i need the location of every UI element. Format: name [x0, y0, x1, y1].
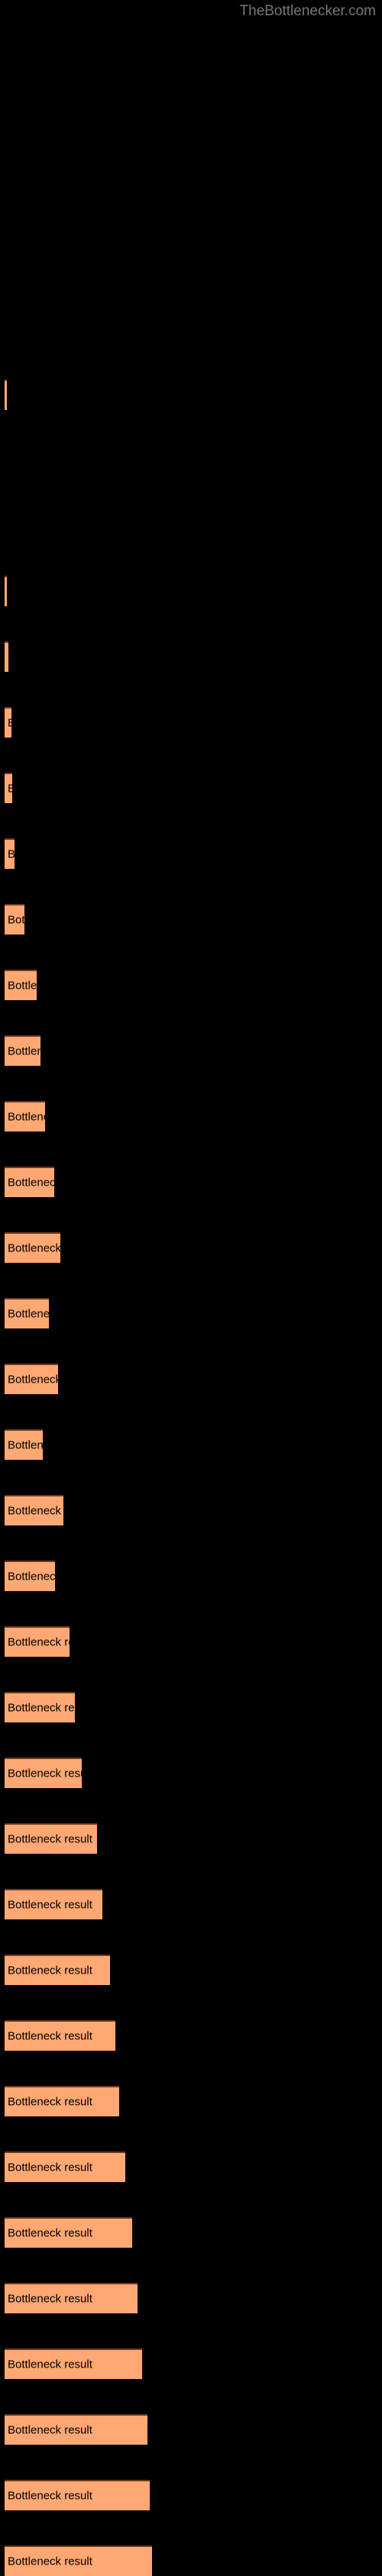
bottleneck-result-bar[interactable]: Bottleneck result [5, 2348, 142, 2379]
bottleneck-result-bar[interactable]: Bottleneck result [5, 576, 7, 606]
bottleneck-bar-chart: Bottleneck result Bottleneck result Bottle… [0, 0, 382, 2576]
bar-label: Bottleneck result [8, 2489, 92, 2503]
bar-row: Bottleneck result [5, 1692, 75, 1722]
bottleneck-result-bar[interactable]: Bottleneck result [5, 1298, 49, 1328]
bar-label: Bottleneck result [8, 1241, 60, 1255]
bar-label: Bottleneck result [8, 913, 24, 927]
bar-row: Bottleneck result [5, 1232, 60, 1263]
bar-label: Bottleneck result [8, 1307, 49, 1321]
bar-label: Bottleneck result [8, 783, 12, 795]
bar-row: Bottleneck result [5, 1101, 45, 1131]
bottleneck-result-bar[interactable]: Bottleneck result [5, 1955, 110, 1985]
bottleneck-result-bar[interactable]: Bottleneck result [5, 2086, 119, 2116]
bottleneck-result-bar[interactable]: Bottleneck result [5, 1232, 60, 1263]
bar-row: Bottleneck result [5, 970, 37, 1000]
bottleneck-result-bar[interactable]: Bottleneck result [5, 1626, 70, 1657]
bar-row: Bottleneck result [5, 1758, 82, 1788]
bar-label: Bottleneck result [8, 1832, 92, 1846]
bottleneck-result-bar[interactable]: Bottleneck result [5, 1101, 45, 1131]
bottleneck-result-bar[interactable]: Bottleneck result [5, 1758, 82, 1788]
bar-row: Bottleneck result [5, 1035, 40, 1066]
bar-label: Bottleneck result [8, 1373, 58, 1386]
bar-row: Bottleneck result [5, 773, 12, 803]
bar-row: Bottleneck result [5, 1889, 102, 1919]
bottleneck-result-bar[interactable]: Bottleneck result [5, 1889, 102, 1919]
bar-label: Bottleneck result [8, 1898, 92, 1912]
bar-row: Bottleneck result [5, 379, 7, 410]
bar-label: Bottleneck result [8, 979, 37, 993]
bar-row: Bottleneck result [5, 1364, 58, 1394]
bar-row: Bottleneck result [5, 707, 11, 738]
bar-row: Bottleneck result [5, 1429, 43, 1460]
bar-label: Bottleneck result [8, 849, 15, 860]
bar-row: Bottleneck result [5, 1167, 54, 1197]
bar-row: Bottleneck result [5, 2545, 152, 2576]
bar-label: Bottleneck result [8, 1964, 92, 1977]
bottleneck-result-bar[interactable]: Bottleneck result [5, 1561, 55, 1591]
bottleneck-result-bar[interactable]: Bottleneck result [5, 2283, 138, 2313]
bar-label: Bottleneck result [8, 2029, 92, 2043]
bar-row: Bottleneck result [5, 1495, 63, 1525]
bottleneck-result-bar[interactable]: Bottleneck result [5, 2020, 115, 2051]
bar-row: Bottleneck result [5, 2348, 142, 2379]
bottleneck-result-bar[interactable]: Bottleneck result [5, 838, 15, 869]
bar-label: Bottleneck result [8, 2292, 92, 2306]
bar-label: Bottleneck result [8, 1110, 45, 1124]
bar-row: Bottleneck result [5, 2020, 115, 2051]
bar-label: Bottleneck result [8, 2358, 92, 2371]
bar-row: Bottleneck result [5, 1823, 97, 1854]
bottleneck-result-bar[interactable]: Bottleneck result [5, 2480, 150, 2510]
bottleneck-result-bar[interactable]: Bottleneck result [5, 2414, 147, 2445]
bottleneck-result-bar[interactable]: Bottleneck result [5, 379, 7, 410]
bar-row: Bottleneck result [5, 2414, 147, 2445]
bottleneck-result-bar[interactable]: Bottleneck result [5, 1823, 97, 1854]
bottleneck-result-bar[interactable]: Bottleneck result [5, 1035, 40, 1066]
bar-label: Bottleneck result [8, 2226, 92, 2240]
bottleneck-result-bar[interactable]: Bottleneck result [5, 1364, 58, 1394]
bar-label: Bottleneck result [8, 1701, 75, 1715]
bottleneck-result-bar[interactable]: Bottleneck result [5, 904, 24, 935]
bar-row: Bottleneck result [5, 1626, 70, 1657]
bar-label: Bottleneck result [8, 2555, 92, 2568]
bar-label: Bottleneck result [8, 2161, 92, 2174]
bar-row: Bottleneck result [5, 904, 24, 935]
bottleneck-result-bar[interactable]: Bottleneck result [5, 641, 8, 672]
bar-row: Bottleneck result [5, 2480, 150, 2510]
bar-row: Bottleneck result [5, 2152, 125, 2182]
bottleneck-result-bar[interactable]: Bottleneck result [5, 1692, 75, 1722]
bottleneck-result-bar[interactable]: Bottleneck result [5, 707, 11, 738]
bar-row: Bottleneck result [5, 1298, 49, 1328]
bar-label: Bottleneck result [8, 1570, 55, 1583]
bottleneck-result-bar[interactable]: Bottleneck result [5, 2217, 132, 2248]
bar-row: Bottleneck result [5, 2217, 132, 2248]
bottleneck-result-bar[interactable]: Bottleneck result [5, 1495, 63, 1525]
bar-label: Bottleneck result [8, 1176, 54, 1190]
bar-label: Bottleneck result [8, 1438, 43, 1452]
bar-label: Bottleneck result [8, 2423, 92, 2437]
bar-row: Bottleneck result [5, 838, 15, 869]
bar-row: Bottleneck result [5, 2283, 138, 2313]
bar-label: Bottleneck result [8, 1635, 70, 1649]
bar-row: Bottleneck result [5, 641, 8, 672]
bar-label: Bottleneck result [8, 2095, 92, 2109]
bar-row: Bottleneck result [5, 576, 7, 606]
bottleneck-result-bar[interactable]: Bottleneck result [5, 970, 37, 1000]
bottleneck-result-bar[interactable]: Bottleneck result [5, 1167, 54, 1197]
bar-label: Bottleneck result [8, 1044, 40, 1058]
bottleneck-result-bar[interactable]: Bottleneck result [5, 2152, 125, 2182]
bar-row: Bottleneck result [5, 1955, 110, 1985]
bar-row: Bottleneck result [5, 1561, 55, 1591]
bar-label: Bottleneck result [8, 1504, 63, 1518]
bar-label: Bottleneck result [8, 718, 11, 729]
bottleneck-result-bar[interactable]: Bottleneck result [5, 2545, 152, 2576]
bar-label: Bottleneck result [8, 1767, 82, 1780]
bottleneck-result-bar[interactable]: Bottleneck result [5, 773, 12, 803]
bar-row: Bottleneck result [5, 2086, 119, 2116]
bottleneck-result-bar[interactable]: Bottleneck result [5, 1429, 43, 1460]
